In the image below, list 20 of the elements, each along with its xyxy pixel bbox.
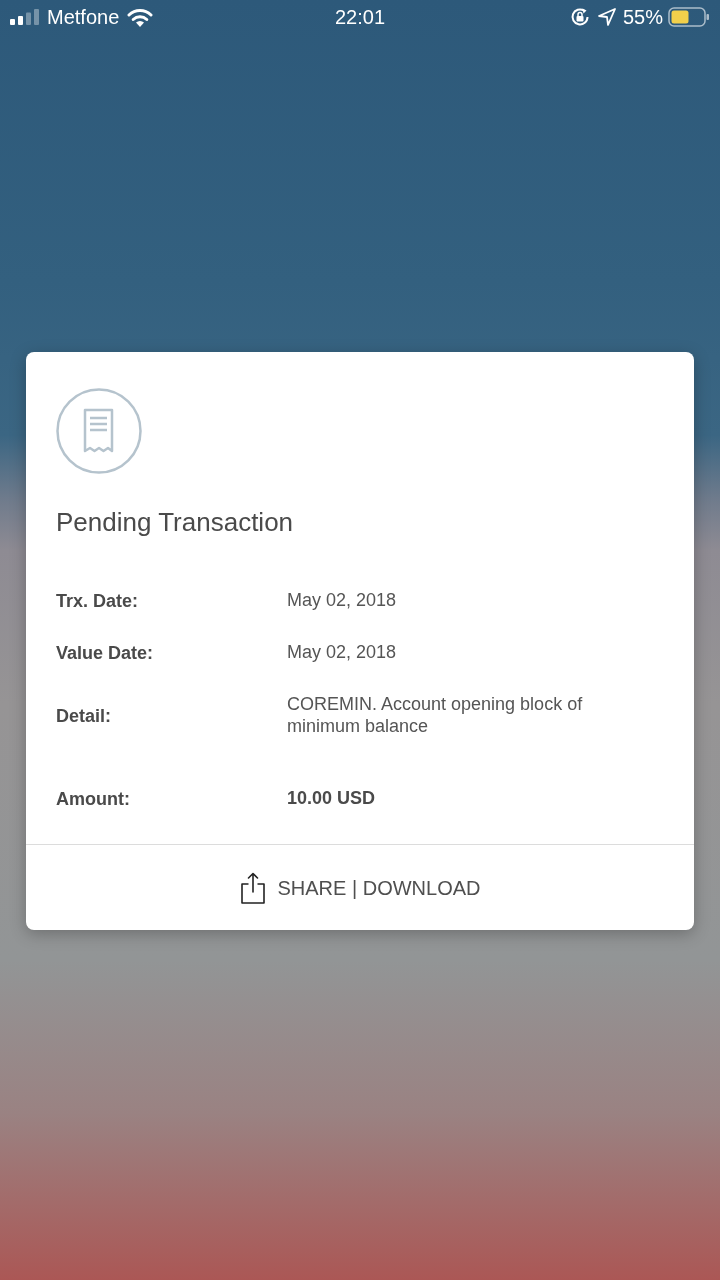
card-title: Pending Transaction	[56, 507, 294, 537]
field-label: Trx. Date:	[56, 590, 140, 613]
battery-icon	[668, 7, 710, 27]
share-download-button[interactable]: SHARE | DOWNLOAD	[26, 845, 694, 930]
field-value: May 02, 2018	[287, 589, 397, 611]
field-label: Amount:	[56, 787, 131, 811]
status-time: 22:01	[334, 7, 386, 27]
field-value: COREMIN. Account opening block of minimum balance	[287, 693, 584, 737]
battery-percentage: 55%	[622, 7, 663, 27]
receipt-icon	[56, 388, 142, 474]
share-icon	[239, 871, 266, 904]
field-label: Detail:	[56, 705, 112, 728]
field-label: Value Date:	[56, 642, 155, 665]
orientation-lock-icon	[569, 7, 590, 27]
location-arrow-icon	[597, 8, 616, 26]
wifi-icon	[127, 7, 154, 27]
field-value: May 02, 2018	[287, 641, 397, 663]
carrier-name: Metfone	[47, 7, 120, 27]
signal-icon	[10, 9, 40, 25]
field-value: 10.00 USD	[287, 787, 376, 810]
